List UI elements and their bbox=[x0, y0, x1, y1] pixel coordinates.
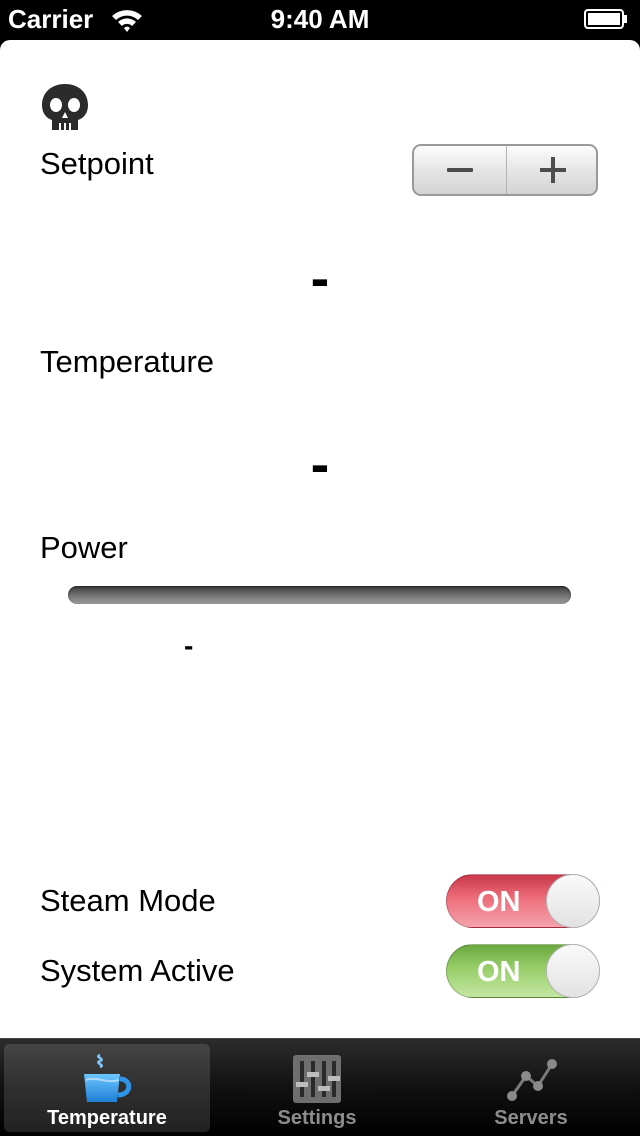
tab-bar: Temperature Settings Servers bbox=[0, 1038, 640, 1136]
decrement-button[interactable] bbox=[414, 146, 507, 194]
skull-icon bbox=[42, 84, 88, 130]
increment-button[interactable] bbox=[507, 146, 596, 194]
main-content: Setpoint - Temperature - Power - Steam M… bbox=[0, 40, 640, 1038]
power-progress-bar bbox=[68, 586, 571, 604]
tab-servers-label: Servers bbox=[494, 1107, 568, 1129]
setpoint-value: - bbox=[310, 246, 330, 309]
network-graph-icon bbox=[507, 1059, 557, 1101]
temperature-label: Temperature bbox=[40, 344, 215, 379]
temperature-value: - bbox=[310, 432, 330, 495]
tab-temperature[interactable]: Temperature bbox=[4, 1044, 210, 1132]
toggle-knob[interactable] bbox=[546, 944, 600, 998]
system-active-toggle[interactable]: ON bbox=[446, 944, 600, 998]
steam-mode-label: Steam Mode bbox=[40, 883, 216, 918]
tab-settings-label: Settings bbox=[277, 1107, 357, 1129]
steam-mode-toggle-text: ON bbox=[477, 886, 521, 918]
tab-temperature-label: Temperature bbox=[47, 1107, 167, 1129]
tab-settings[interactable]: Settings bbox=[214, 1044, 420, 1132]
status-time: 9:40 AM bbox=[270, 4, 370, 34]
steam-mode-toggle[interactable]: ON bbox=[446, 874, 600, 928]
plus-icon bbox=[540, 157, 566, 183]
system-active-label: System Active bbox=[40, 953, 235, 988]
system-active-toggle-text: ON bbox=[477, 956, 521, 988]
setpoint-stepper[interactable] bbox=[412, 144, 598, 196]
tab-servers[interactable]: Servers bbox=[428, 1044, 634, 1132]
battery-icon bbox=[584, 9, 627, 29]
sliders-icon bbox=[293, 1055, 341, 1103]
status-bar: Carrier 9:40 AM bbox=[0, 0, 640, 40]
setpoint-label: Setpoint bbox=[40, 146, 154, 181]
power-percent-value: - bbox=[184, 630, 194, 661]
toggle-knob[interactable] bbox=[546, 874, 600, 928]
minus-icon bbox=[447, 168, 473, 172]
coffee-cup-icon bbox=[84, 1053, 132, 1102]
power-label: Power bbox=[40, 530, 128, 565]
